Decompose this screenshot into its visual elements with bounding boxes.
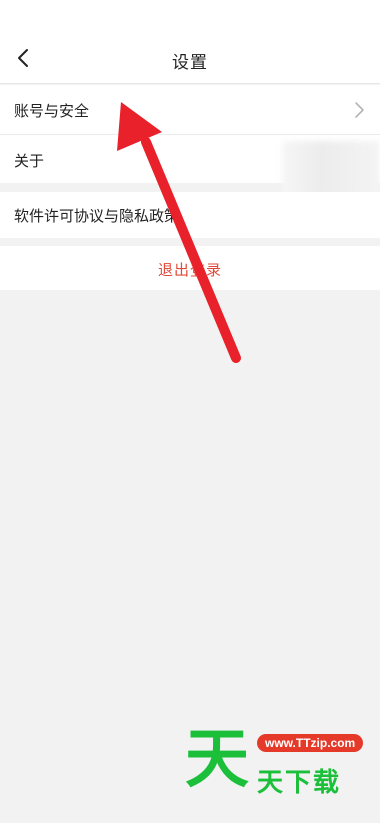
settings-item-license-privacy[interactable]: 软件许可协议与隐私政策 bbox=[0, 192, 380, 238]
settings-item-label: 关于 bbox=[14, 152, 45, 170]
watermark-url-badge: www.TTzip.com bbox=[257, 734, 364, 752]
top-bar: 设置 bbox=[0, 0, 380, 84]
settings-item-label: 账号与安全 bbox=[14, 102, 90, 120]
settings-item-about[interactable]: 关于 bbox=[0, 135, 380, 197]
settings-item-account-security[interactable]: 账号与安全 bbox=[0, 85, 380, 135]
watermark-logo: 天 www.TTzip.com 天下载 bbox=[185, 728, 375, 800]
page-title: 设置 bbox=[172, 53, 208, 73]
blurred-region bbox=[282, 141, 380, 197]
logout-label: 退出登录 bbox=[157, 261, 222, 279]
settings-item-label: 软件许可协议与隐私政策 bbox=[14, 207, 180, 225]
logout-button[interactable]: 退出登录 bbox=[0, 246, 380, 290]
watermark-big-char: 天 bbox=[185, 723, 249, 797]
chevron-right-icon bbox=[354, 101, 366, 119]
watermark-text: 天下载 bbox=[257, 768, 342, 798]
